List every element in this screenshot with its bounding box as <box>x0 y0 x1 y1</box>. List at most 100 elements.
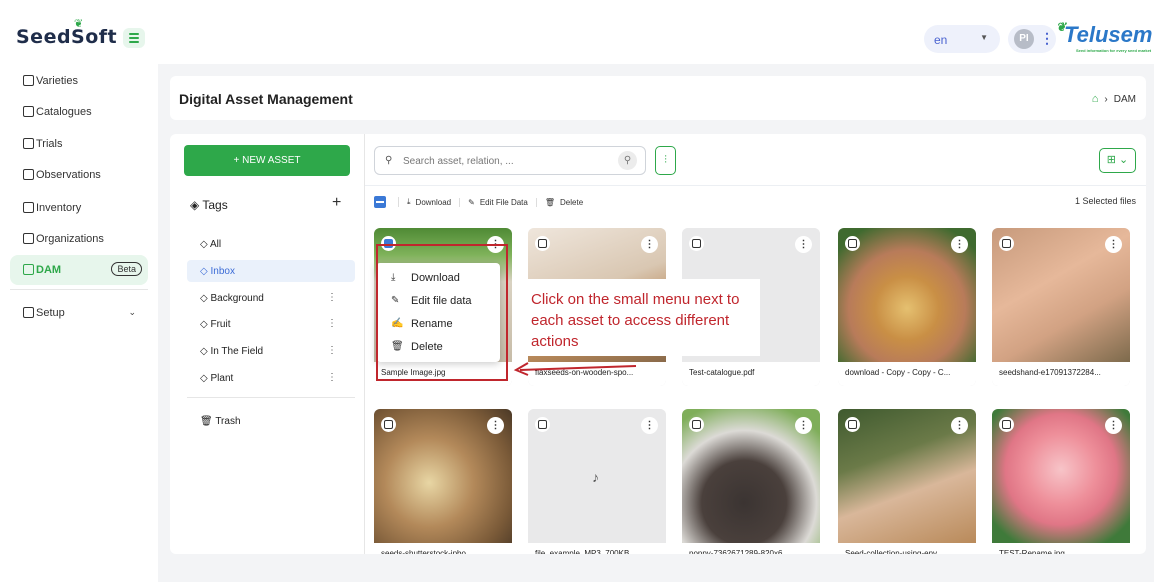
new-asset-button[interactable]: + NEW ASSET <box>184 145 350 176</box>
kebab-menu-icon[interactable]: ⋮ <box>1105 417 1122 434</box>
asset-checkbox[interactable] <box>999 236 1014 251</box>
kebab-menu-icon[interactable]: ⋮ <box>641 236 658 253</box>
tag-item-inbox[interactable]: ◇ Inbox <box>187 260 355 282</box>
tag-label: Background <box>210 293 264 304</box>
asset-toolbar: ⤓ Download ✎ Edit File Data 🗑 Delete <box>374 195 591 209</box>
tag-icon: ◇ <box>200 266 208 277</box>
trash-item[interactable]: 🗑 Trash <box>187 410 355 432</box>
trash-icon: 🗑 <box>200 416 213 427</box>
avatar[interactable]: PI <box>1014 29 1034 49</box>
asset-checkbox[interactable] <box>381 417 396 432</box>
asset-checkbox[interactable] <box>845 236 860 251</box>
asset-name: file_example_MP3_700KB... <box>528 543 666 554</box>
tag-icon: ◇ <box>200 373 208 384</box>
arrow-icon <box>513 362 637 376</box>
profile-menu[interactable]: PI ⋮ <box>1008 25 1056 53</box>
tag-label: Plant <box>210 373 234 384</box>
search-input[interactable]: ⚲ Search asset, relation, ... ⚲ <box>374 146 646 175</box>
asset-name: poppy-7362671289-820x6... <box>682 543 820 554</box>
tag-item-all[interactable]: ◇ All <box>187 233 355 255</box>
menu-toggle-button[interactable] <box>123 28 145 48</box>
search-button[interactable]: ⚲ <box>618 151 637 170</box>
sidebar-item-setup[interactable]: Setup ⌄ <box>10 298 148 328</box>
grid-icon: ⊞ <box>1106 154 1116 166</box>
add-tag-button[interactable]: + <box>332 194 341 212</box>
breadcrumb-separator-icon: › <box>1104 93 1108 105</box>
language-select[interactable]: en ▼ <box>924 25 1000 53</box>
music-note-icon: ♪ <box>592 469 599 485</box>
trash-icon: 🗑 <box>544 197 556 207</box>
asset-card[interactable]: ⋮ Seed-collection-using-env... <box>838 409 976 554</box>
asset-checkbox[interactable] <box>535 236 550 251</box>
sidebar-item-inventory[interactable]: Inventory <box>10 193 148 223</box>
breadcrumb-current: DAM <box>1113 93 1136 105</box>
sidebar-item-trials[interactable]: Trials <box>10 129 148 159</box>
kebab-menu-icon[interactable]: ⋮ <box>951 236 968 253</box>
inventory-icon <box>23 202 34 213</box>
kebab-menu-icon[interactable]: ⋮ <box>1105 236 1122 253</box>
language-value: en <box>934 33 948 47</box>
chevron-down-icon: ⌄ <box>128 307 136 317</box>
tag-item-plant[interactable]: ◇ Plant ⋮ <box>187 367 355 389</box>
folder-icon <box>23 264 34 275</box>
home-icon[interactable]: ⌂ <box>1092 93 1099 105</box>
filter-button[interactable]: ⫶ <box>655 146 676 175</box>
tutorial-callout: Click on the small menu next to each ass… <box>524 279 760 356</box>
asset-card[interactable]: ♪ ⋮ file_example_MP3_700KB... <box>528 409 666 554</box>
asset-checkbox[interactable] <box>535 417 550 432</box>
asset-card[interactable]: ⋮ TEST-Rename.jpg <box>992 409 1130 554</box>
trash-label: Trash <box>215 416 241 427</box>
sidebar-item-organizations[interactable]: Organizations <box>10 224 148 254</box>
view-mode-select[interactable]: ⊞ ⌄ <box>1099 148 1136 173</box>
asset-card[interactable]: ⋮ seedshand-e17091372284... <box>992 228 1130 386</box>
sidebar-item-label: Inventory <box>36 202 82 214</box>
catalogue-icon <box>23 106 34 117</box>
asset-name: seedshand-e17091372284... <box>992 362 1130 386</box>
tag-icon: ◈ <box>190 198 200 212</box>
kebab-menu-icon[interactable]: ⋮ <box>795 417 812 434</box>
trials-icon <box>23 138 34 149</box>
kebab-menu-icon[interactable]: ⋮ <box>327 292 337 303</box>
sidebar-item-dam[interactable]: DAM Beta <box>10 255 148 285</box>
tags-header: ◈ Tags <box>190 198 228 212</box>
pencil-icon: ✎ <box>468 197 475 207</box>
asset-checkbox[interactable] <box>999 417 1014 432</box>
kebab-menu-icon[interactable]: ⋮ <box>795 236 812 253</box>
kebab-menu-icon[interactable]: ⋮ <box>951 417 968 434</box>
telusem-logo: ❦ Telusem Seed information for every see… <box>1056 20 1153 53</box>
kebab-menu-icon[interactable]: ⋮ <box>487 417 504 434</box>
seedsoft-logo[interactable]: SeedSoft ❦ <box>16 17 117 48</box>
page-header: Digital Asset Management ⌂ › DAM <box>170 76 1146 120</box>
asset-checkbox[interactable] <box>845 417 860 432</box>
kebab-menu-icon[interactable]: ⋮ <box>641 417 658 434</box>
delete-button[interactable]: 🗑 Delete <box>535 197 591 207</box>
asset-checkbox[interactable] <box>689 417 704 432</box>
tag-icon: ◇ <box>200 239 208 250</box>
brand-logo-text: Telusem <box>1064 22 1153 47</box>
observations-icon <box>23 169 34 180</box>
asset-card[interactable]: ⋮ poppy-7362671289-820x6... <box>682 409 820 554</box>
asset-card[interactable]: ⋮ download - Copy - Copy - C... <box>838 228 976 386</box>
kebab-menu-icon[interactable]: ⋮ <box>1040 31 1054 45</box>
divider <box>187 397 355 398</box>
select-all-checkbox[interactable] <box>374 196 386 208</box>
edit-file-data-button[interactable]: ✎ Edit File Data <box>459 197 536 207</box>
sidebar-nav: Varieties Catalogues Trials Observations… <box>0 64 158 582</box>
kebab-menu-icon[interactable]: ⋮ <box>327 318 337 329</box>
sidebar-item-observations[interactable]: Observations <box>10 160 148 190</box>
download-icon: ⤓ <box>407 197 411 206</box>
download-button[interactable]: ⤓ Download <box>398 197 459 207</box>
tag-item-background[interactable]: ◇ Background ⋮ <box>187 287 355 309</box>
sidebar-item-varieties[interactable]: Varieties <box>10 66 148 96</box>
tag-item-fruit[interactable]: ◇ Fruit ⋮ <box>187 313 355 335</box>
kebab-menu-icon[interactable]: ⋮ <box>327 345 337 356</box>
divider <box>365 185 1146 186</box>
asset-name: Test-catalogue.pdf <box>682 362 820 386</box>
selected-count: 1 Selected files <box>1074 196 1136 206</box>
tag-item-in-the-field[interactable]: ◇ In The Field ⋮ <box>187 340 355 362</box>
sidebar-item-catalogues[interactable]: Catalogues <box>10 97 148 127</box>
asset-checkbox[interactable] <box>689 236 704 251</box>
kebab-menu-icon[interactable]: ⋮ <box>327 372 337 383</box>
sliders-icon: ⫶ <box>664 154 667 166</box>
asset-card[interactable]: ⋮ seeds-shutterstock-jpbo... <box>374 409 512 554</box>
